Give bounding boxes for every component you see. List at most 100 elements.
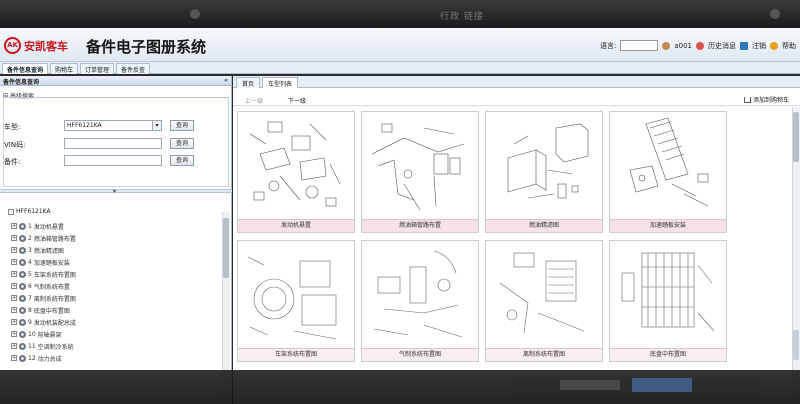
diagram-caption: 燃油精滤图: [486, 219, 602, 232]
tree-item-label: 气制系统布置: [33, 283, 70, 291]
splitter-arrow-icon[interactable]: ▾: [113, 188, 116, 195]
expand-toggle-icon[interactable]: +: [11, 271, 17, 277]
expand-toggle-icon[interactable]: +: [11, 283, 17, 289]
vin-query-button[interactable]: 查询: [170, 138, 194, 149]
clutch-system-drawing-icon: [499, 252, 585, 334]
tree-item-label: 离制系统布置图: [33, 295, 76, 303]
taskbar-overlay: [0, 370, 800, 404]
language-select[interactable]: [620, 40, 659, 51]
expand-toggle-icon[interactable]: +: [11, 319, 17, 325]
tree-item[interactable]: +7 离制系统布置图: [11, 293, 76, 303]
left-panel-title: 备件信息查询 «: [0, 76, 231, 86]
tree-item[interactable]: +10 前轴悬架: [11, 329, 62, 339]
expand-toggle-icon[interactable]: +: [11, 343, 17, 349]
system-title: 备件电子图册系统: [86, 38, 207, 56]
tree-item[interactable]: +3 燃油精滤图: [11, 245, 64, 255]
taskbar-button[interactable]: [560, 380, 620, 390]
tree-item-number: 5: [28, 270, 32, 278]
expand-toggle-icon[interactable]: +: [11, 307, 17, 313]
gear-icon: [19, 318, 26, 326]
taskbar-button[interactable]: [632, 378, 692, 392]
add-to-cart-label: 添加到购物车: [753, 97, 790, 104]
model-select-value: HFF6121KA: [67, 122, 102, 129]
expand-toggle-icon[interactable]: +: [11, 259, 17, 265]
gear-icon: [19, 270, 26, 278]
tree-item[interactable]: +4 加速踏板安装: [11, 257, 70, 267]
diagram-card[interactable]: 发动机悬置: [237, 111, 355, 233]
collapse-icon[interactable]: «: [224, 77, 228, 84]
next-level-button[interactable]: 下一级: [288, 96, 306, 105]
tree-item-number: 1: [28, 222, 32, 230]
window-tab-title: 行政 链接: [440, 12, 484, 22]
history-link[interactable]: 历史消息: [708, 41, 736, 51]
help-icon: [770, 41, 778, 50]
diagram-card[interactable]: 燃油箱管路布置: [361, 111, 479, 233]
tree-item[interactable]: +1 发动机悬置: [11, 221, 64, 231]
tree-scrollbar-thumb[interactable]: [223, 218, 229, 278]
header-actions: 语言: a001 历史消息 注销 帮助: [600, 40, 796, 51]
tree-item-number: 7: [28, 294, 32, 302]
diagram-caption: 燃油箱管路布置: [362, 219, 478, 232]
left-panel-title-text: 备件信息查询: [3, 79, 40, 86]
tree-item[interactable]: +5 车架系统布置图: [11, 269, 76, 279]
diagram-card[interactable]: 燃油精滤图: [485, 111, 603, 233]
diagram-card[interactable]: 车架系统布置图: [237, 240, 355, 362]
part-input[interactable]: [64, 155, 162, 166]
tree-item-label: 底盘中布置图: [33, 307, 70, 315]
diagram-card[interactable]: 加速踏板安装: [609, 111, 727, 233]
gear-icon: [19, 330, 26, 338]
collapse-toggle-icon[interactable]: -: [8, 208, 14, 215]
tree-item-label: 发动机装配总成: [33, 319, 76, 327]
diagram-caption: 发动机悬置: [238, 219, 354, 232]
diagram-card[interactable]: 气制系统布置图: [361, 240, 479, 362]
air-brake-drawing-icon: [373, 250, 463, 338]
prev-level-button[interactable]: 上一级: [245, 96, 263, 105]
help-link[interactable]: 帮助: [782, 41, 796, 51]
part-query-button[interactable]: 查询: [170, 155, 194, 166]
content-scrollbar-thumb[interactable]: [793, 112, 799, 162]
tree-item[interactable]: +12 动力总成: [11, 353, 62, 363]
gear-icon: [19, 342, 26, 350]
user-name[interactable]: a001: [674, 42, 692, 50]
expand-toggle-icon[interactable]: +: [11, 331, 17, 337]
tree-item-number: 2: [28, 234, 32, 242]
user-icon: [662, 41, 671, 50]
tab-home[interactable]: 首页: [236, 77, 261, 88]
tree-item[interactable]: +6 气制系统布置: [11, 281, 70, 291]
model-select[interactable]: HFF6121KA ▾: [64, 120, 162, 131]
expand-toggle-icon[interactable]: +: [11, 355, 17, 361]
content-tabs: 首页 车型列表: [233, 76, 800, 88]
add-to-cart-button[interactable]: 添加到购物车: [744, 95, 789, 104]
tab-part-reverse-lookup[interactable]: 备件反查: [116, 63, 151, 74]
gear-icon: [19, 258, 26, 266]
expand-toggle-icon[interactable]: +: [11, 295, 17, 301]
expand-toggle-icon[interactable]: +: [11, 223, 17, 229]
expand-toggle-icon[interactable]: +: [11, 235, 17, 241]
model-label: 车型:: [4, 123, 21, 131]
model-query-button[interactable]: 查询: [170, 120, 194, 131]
diagram-card[interactable]: 离制系统布置图: [485, 240, 603, 362]
app-header: AK 安凯客车 备件电子图册系统 语言: a001 历史消息 注销 帮助: [0, 28, 800, 62]
tree-item-label: 车架系统布置图: [33, 271, 76, 279]
diagram-card[interactable]: 底盘中布置图: [609, 240, 727, 362]
browser-top-bar: 行政 链接: [0, 0, 800, 28]
tab-shopping-cart[interactable]: 购物车: [50, 63, 79, 74]
accelerator-pedal-drawing-icon: [629, 117, 709, 207]
expand-toggle-icon[interactable]: +: [11, 247, 17, 253]
tree-root[interactable]: - HFF6121KA: [8, 208, 51, 215]
tab-part-info-query[interactable]: 备件信息查询: [2, 63, 49, 74]
tree-item-label: 加速踏板安装: [33, 259, 70, 267]
tree-item-number: 12: [28, 354, 36, 362]
tree-item[interactable]: +8 底盘中布置图: [11, 305, 70, 315]
tree-item[interactable]: +2 燃油箱管路布置: [11, 233, 76, 243]
frame-layout-drawing-icon: [247, 256, 337, 340]
vin-input[interactable]: [64, 138, 162, 149]
logout-link[interactable]: 注销: [752, 41, 766, 51]
tab-order-management[interactable]: 订单管理: [80, 63, 115, 74]
tree-item[interactable]: +11 空调制冷系统: [11, 341, 74, 351]
tab-model-list[interactable]: 车型列表: [262, 77, 299, 88]
diagram-caption: 气制系统布置图: [362, 348, 478, 361]
tree-item[interactable]: +9 发动机装配总成: [11, 317, 76, 327]
logout-icon: [740, 41, 748, 50]
gear-icon: [19, 306, 26, 314]
